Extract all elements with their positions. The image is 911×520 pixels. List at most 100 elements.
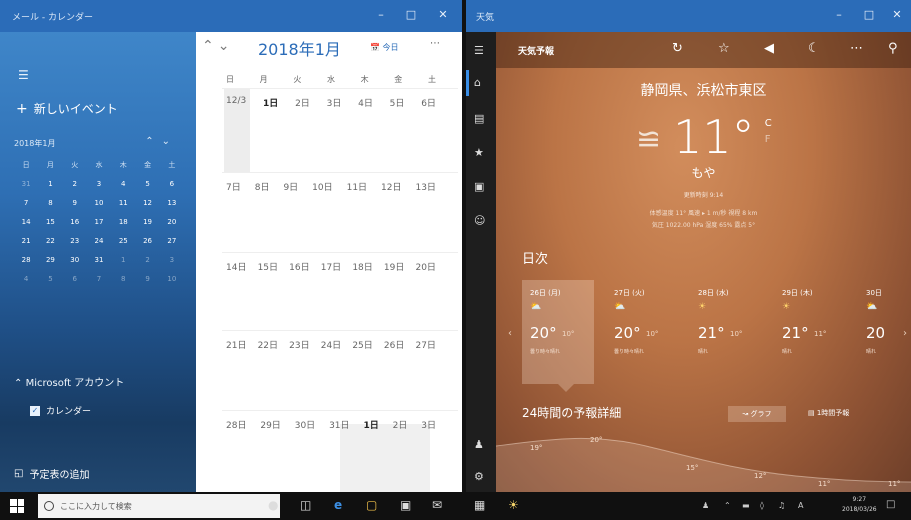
more-options-icon[interactable]: ⋯ [430,38,440,49]
mini-day[interactable]: 26 [135,232,159,251]
mini-day[interactable]: 11 [111,194,135,213]
day-cell[interactable]: 5日 [390,96,405,109]
day-forecast-card[interactable]: 27日 (火) ⛅ 20° 10° 曇り時々晴れ [606,280,678,384]
day-cell[interactable]: 21日 [226,338,246,351]
calendar-app-icon[interactable]: ▦ [474,498,485,512]
day-cell[interactable]: 3日 [327,96,342,109]
favorite-star-icon[interactable]: ☆ [718,41,730,56]
mini-day[interactable]: 3 [160,251,184,270]
minimize-button[interactable]: – [370,8,392,21]
moon-icon[interactable]: ☾ [808,41,820,56]
day-cell[interactable]: 22日 [258,338,278,351]
mini-day[interactable]: 1 [111,251,135,270]
mini-day[interactable]: 13 [160,194,184,213]
mini-day[interactable]: 10 [87,194,111,213]
day-cell[interactable]: 24日 [321,338,341,351]
maximize-button[interactable]: □ [858,8,880,21]
month-title[interactable]: 2018年1月 [258,36,341,60]
day-cell[interactable]: 18日 [352,260,372,273]
day-cell[interactable]: 19日 [384,260,404,273]
mini-day[interactable]: 2 [135,251,159,270]
day-cell[interactable]: 7日 [226,180,241,193]
day-cell[interactable]: 26日 [384,338,404,351]
mini-day[interactable]: 7 [14,194,38,213]
volume-icon[interactable]: ♫ [778,501,785,510]
mini-day[interactable]: 1 [38,175,62,194]
day-cell[interactable]: 13日 [415,180,435,193]
chevron-left-icon[interactable]: ‹ [508,328,512,339]
day-cell[interactable]: 20日 [415,260,435,273]
day-cell[interactable]: 23日 [289,338,309,351]
mini-day[interactable]: 8 [38,194,62,213]
edge-browser-icon[interactable]: e [334,498,342,512]
day-cell[interactable]: 9日 [283,180,298,193]
mini-day[interactable]: 17 [87,213,111,232]
day-cell[interactable]: 11日 [347,180,367,193]
day-cell[interactable]: 29日 [260,418,280,431]
hamburger-menu-icon[interactable]: ☰ [474,44,484,57]
mini-day[interactable]: 21 [14,232,38,251]
windows-start-icon[interactable] [10,499,24,513]
day-cell[interactable]: 2日 [295,96,310,109]
mini-day[interactable]: 31 [87,251,111,270]
mini-day[interactable]: 6 [160,175,184,194]
mini-day[interactable]: 25 [111,232,135,251]
mini-day[interactable]: 9 [63,194,87,213]
maximize-button[interactable]: □ [400,8,422,21]
more-options-icon[interactable]: ⋯ [850,41,863,56]
day-forecast-card[interactable]: 26日 (月) ⛅ 20° 10° 曇り時々晴れ [522,280,594,384]
mini-day[interactable]: 31 [14,175,38,194]
weather-app-icon[interactable]: ☀ [508,498,519,512]
day-cell[interactable]: 3日 [421,418,436,431]
hamburger-menu-icon[interactable]: ☰ [18,68,29,82]
mini-day[interactable]: 15 [38,213,62,232]
mini-day[interactable]: 14 [14,213,38,232]
search-icon[interactable]: ⚲ [888,41,898,56]
chevron-up-icon[interactable]: ⌃ [724,501,731,510]
mini-day[interactable]: 29 [38,251,62,270]
task-view-icon[interactable]: ◫ [300,498,311,512]
unit-celsius[interactable]: C [765,116,772,132]
today-button[interactable]: 📅 今日 [370,42,399,53]
mini-day[interactable]: 4 [14,270,38,289]
day-cell[interactable]: 12/3 [226,96,246,109]
file-explorer-icon[interactable]: ▢ [366,498,377,512]
maps-icon[interactable]: ▤ [474,112,484,125]
day-cell[interactable]: 31日 [329,418,349,431]
day-cell[interactable]: 12日 [381,180,401,193]
day-cell[interactable]: 16日 [289,260,309,273]
news-icon[interactable]: ☺ [474,214,485,227]
month-nav-arrows-icon[interactable]: ⌃⌄ [202,38,233,54]
mini-day[interactable]: 8 [111,270,135,289]
settings-gear-icon[interactable]: ⚙ [474,470,484,483]
mini-calendar-nav-icon[interactable]: ⌃⌄ [145,136,178,147]
store-icon[interactable]: ▣ [400,498,411,512]
mini-day[interactable]: 27 [160,232,184,251]
mini-day[interactable]: 12 [135,194,159,213]
mini-day[interactable]: 24 [87,232,111,251]
historical-icon[interactable]: ★ [474,146,484,159]
account-section[interactable]: ⌃ Microsoft アカウント [14,374,124,389]
mini-day[interactable]: 23 [63,232,87,251]
day-cell[interactable]: 4日 [358,96,373,109]
mini-day[interactable]: 18 [111,213,135,232]
day-cell[interactable]: 2日 [393,418,408,431]
mini-day[interactable]: 2 [63,175,87,194]
mini-day[interactable]: 4 [111,175,135,194]
day-cell[interactable]: 27日 [415,338,435,351]
network-icon[interactable]: ◊ [760,501,764,510]
mini-day[interactable]: 30 [63,251,87,270]
chevron-right-icon[interactable]: › [903,328,907,339]
taskbar-search-box[interactable]: ここに入力して検索 [38,494,280,518]
calendar-toggle[interactable]: ✓ カレンダー [30,404,91,417]
minimize-button[interactable]: – [828,8,850,21]
day-cell[interactable]: 30日 [295,418,315,431]
close-button[interactable]: ✕ [432,8,454,21]
new-event-button[interactable]: + 新しいイベント [16,100,118,117]
mini-day[interactable]: 3 [87,175,111,194]
unit-fahrenheit[interactable]: F [765,132,772,148]
graph-button[interactable]: ↝ グラフ [728,406,786,422]
day-cell[interactable]: 8日 [255,180,270,193]
day-forecast-card[interactable]: 28日 (水) ☀ 21° 10° 晴れ [690,280,762,384]
mini-day[interactable]: 6 [63,270,87,289]
